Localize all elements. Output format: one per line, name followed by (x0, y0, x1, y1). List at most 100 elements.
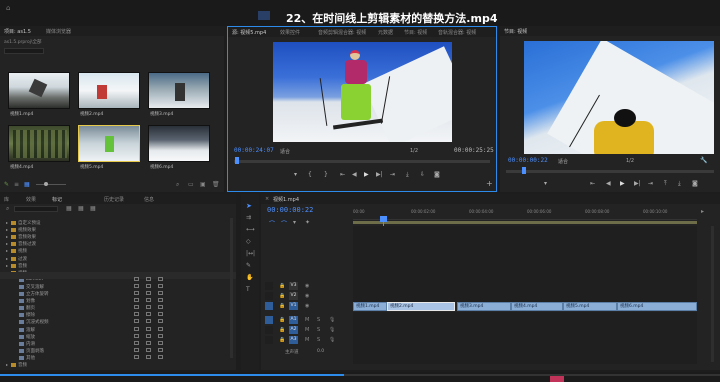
program-step-forward-icon[interactable]: ▶| (634, 180, 641, 187)
timeline-clip[interactable]: 视频2.mp4 (387, 302, 455, 311)
chevron-right-icon[interactable]: ▸ (6, 241, 8, 246)
home-icon[interactable]: ⌂ (6, 4, 10, 12)
program-playhead[interactable] (522, 167, 526, 174)
close-icon[interactable]: × (265, 196, 269, 202)
timeline-scrollbar[interactable] (711, 226, 714, 362)
new-bin-icon[interactable]: ▭ (188, 181, 194, 188)
type-tool-icon[interactable]: T (246, 286, 250, 293)
timeline-clip[interactable]: 视频5.mp4 (563, 302, 617, 311)
tab-libraries[interactable]: 库 (4, 196, 9, 203)
source-playhead[interactable] (235, 157, 239, 164)
step-forward-icon[interactable]: ▶| (376, 171, 383, 178)
step-back-icon[interactable]: ⇤ (340, 171, 345, 178)
pen-icon[interactable]: ✎ (246, 262, 251, 269)
chevron-right-icon[interactable]: ▸ (6, 227, 8, 232)
tab-source[interactable]: 源: 视频5.mp4 (232, 29, 266, 36)
tab-media-browser[interactable]: 媒体浏览器 (46, 28, 71, 35)
track-header-v2[interactable]: 🔒 V2 ◉ (265, 292, 351, 301)
overwrite-icon[interactable]: ⇩ (420, 171, 425, 178)
track-header-v3[interactable]: 🔒 V3 ◉ (265, 282, 351, 291)
chevron-right-icon[interactable]: ▸ (6, 263, 8, 268)
search-input[interactable] (4, 48, 44, 54)
hand-icon[interactable]: ✋ (246, 274, 253, 281)
linked-selection-icon[interactable]: ⌒ (281, 219, 287, 228)
yuv-effects-icon[interactable]: ▦ (90, 205, 96, 212)
track-header-a1[interactable]: 🔒 A1 M S 🎙 (265, 316, 351, 325)
program-resolution-select[interactable]: 1/2 (626, 158, 634, 164)
track-header-a2[interactable]: 🔒 A2 M S 🎙 (265, 326, 351, 335)
timeline-clip[interactable]: 视频4.mp4 (511, 302, 563, 311)
tab-sequence[interactable]: 视频1.mp4 (273, 196, 299, 203)
lock-icon[interactable]: 🔒 (279, 283, 285, 289)
timeline-scroll-end[interactable]: ▸ (701, 208, 709, 216)
microphone-icon[interactable]: 🎙 (329, 327, 335, 333)
lock-icon[interactable]: 🔒 (279, 337, 285, 343)
chevron-right-icon[interactable]: ▸ (6, 234, 8, 239)
mute-icon[interactable]: M (305, 317, 309, 323)
chevron-right-icon[interactable]: ▸ (6, 362, 8, 367)
solo-icon[interactable]: S (317, 337, 320, 343)
track-header-v1[interactable]: 🔒 V1 ◉ (265, 302, 351, 311)
work-area-bar[interactable] (353, 221, 697, 224)
slip-icon[interactable]: |↔| (246, 250, 255, 257)
thumb-clip-4[interactable] (8, 125, 70, 162)
wrench-icon[interactable]: 🔧 (700, 157, 707, 164)
tab-markers[interactable]: 标记 (52, 196, 62, 203)
source-resolution-select[interactable]: 1/2 (410, 148, 418, 154)
lock-icon[interactable]: 🔒 (279, 293, 285, 299)
mute-icon[interactable]: M (305, 337, 309, 343)
search-icon[interactable]: ⌕ (176, 181, 179, 189)
razor-icon[interactable]: ◇ (246, 238, 251, 245)
lock-icon[interactable]: 🔒 (279, 303, 285, 309)
tab-program-inner[interactable]: 节目: 视频 (404, 29, 427, 36)
pencil-icon[interactable]: ✎ (4, 181, 9, 188)
program-step-back-icon[interactable]: ⇤ (590, 180, 595, 187)
program-scrub-bar[interactable] (506, 170, 714, 173)
tab-effect-controls[interactable]: 效果控件 (280, 29, 300, 36)
play-icon[interactable]: ▶ (364, 171, 369, 178)
mute-icon[interactable]: M (305, 327, 309, 333)
source-timecode-current[interactable]: 00:00:24:07 (234, 147, 274, 154)
ripple-edit-icon[interactable]: ⟷ (246, 226, 255, 233)
program-play-icon[interactable]: ▶ (620, 180, 625, 187)
go-to-in-icon[interactable]: } (324, 171, 328, 178)
track-target-label[interactable]: V1 (289, 302, 298, 310)
go-to-out-icon[interactable]: ⇥ (390, 171, 395, 178)
tab-effects[interactable]: 效果 (26, 196, 36, 203)
track-select-icon[interactable]: ⇉ (246, 214, 251, 221)
source-scrub-bar[interactable] (234, 160, 490, 163)
program-camera-icon[interactable]: ◙ (692, 180, 698, 187)
snap-icon[interactable]: ⌒ (269, 219, 275, 228)
32bit-effects-icon[interactable]: ▦ (78, 205, 84, 212)
track-target-label[interactable]: A2 (289, 326, 298, 334)
timeline-timecode[interactable]: 00:00:00:22 (267, 206, 313, 214)
track-target-label[interactable]: V3 (289, 282, 298, 290)
eye-icon[interactable]: ◉ (305, 283, 309, 289)
microphone-icon[interactable]: 🎙 (329, 317, 335, 323)
tab-audio-clip-mixer[interactable]: 音频剪辑混合器: 视频 (318, 29, 366, 36)
thumb-clip-2[interactable] (78, 72, 140, 109)
icon-view-icon[interactable]: ▦ (24, 181, 30, 188)
effects-search-icon[interactable]: ⌕ (6, 205, 9, 213)
thumb-clip-1[interactable] (8, 72, 70, 109)
program-lift-icon[interactable]: ⤒ (664, 180, 667, 188)
timeline-clip[interactable]: 视频6.mp4 (617, 302, 697, 311)
track-target-label[interactable]: V2 (289, 292, 298, 300)
program-fit-select[interactable]: 适合 (558, 158, 568, 165)
rewind-icon[interactable]: ◀ (352, 171, 357, 178)
track-header-master[interactable]: 主声道 0.0 (265, 348, 351, 357)
timeline-playhead-handle[interactable] (380, 216, 387, 222)
effects-scrollbar[interactable] (230, 218, 233, 358)
source-patch-icon[interactable] (265, 326, 273, 334)
lock-icon[interactable]: 🔒 (279, 317, 285, 323)
track-header-a3[interactable]: 🔒 A3 M S 🎙 (265, 336, 351, 345)
source-patch-icon[interactable] (265, 316, 273, 324)
thumb-clip-6[interactable] (148, 125, 210, 162)
selection-tool-icon[interactable]: ➤ (246, 202, 252, 210)
source-fit-select[interactable]: 适合 (280, 148, 290, 155)
camera-icon[interactable]: ◙ (434, 171, 440, 178)
microphone-icon[interactable]: 🎙 (329, 337, 335, 343)
accelerated-effects-icon[interactable]: ▦ (66, 205, 72, 212)
list-view-icon[interactable]: ≡ (14, 181, 19, 188)
chevron-right-icon[interactable]: ▸ (6, 256, 8, 261)
